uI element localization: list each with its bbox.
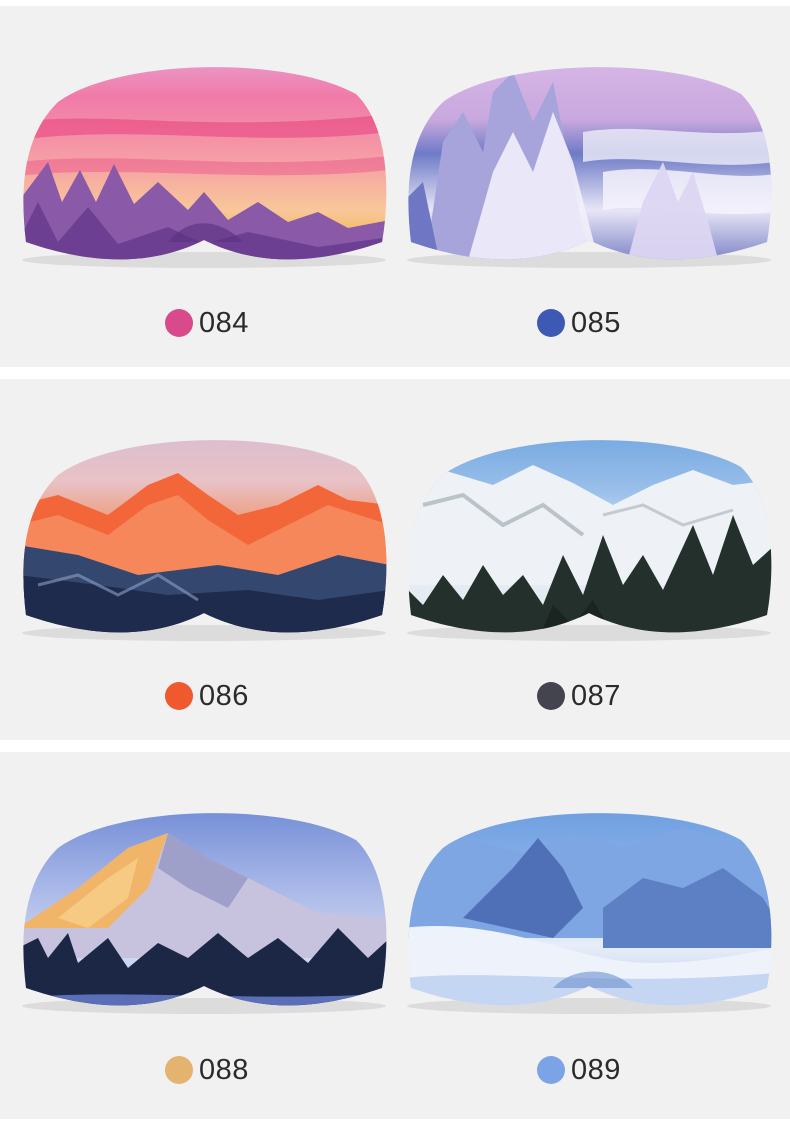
variant-code-089: 089 xyxy=(571,1053,621,1086)
color-swatch-087 xyxy=(537,682,565,710)
variant-label-086: 086 xyxy=(165,679,249,713)
variant-code-085: 085 xyxy=(571,306,621,339)
variant-code-087: 087 xyxy=(571,679,621,712)
goggle-cover-088[interactable] xyxy=(18,798,390,1024)
variant-label-087: 087 xyxy=(537,679,621,713)
goggle-cover-085[interactable] xyxy=(403,52,775,278)
variant-label-085: 085 xyxy=(537,306,621,340)
color-swatch-089 xyxy=(537,1056,565,1084)
goggle-cover-086[interactable] xyxy=(18,425,390,651)
goggle-cover-089-image xyxy=(407,813,772,1014)
variant-label-088: 088 xyxy=(165,1053,249,1087)
color-swatch-085 xyxy=(537,309,565,337)
variant-label-084: 084 xyxy=(165,306,249,340)
variant-code-088: 088 xyxy=(199,1053,249,1086)
goggle-cover-087-image xyxy=(407,440,772,641)
goggle-cover-086-image xyxy=(22,440,387,641)
goggle-cover-087[interactable] xyxy=(403,425,775,651)
goggle-cover-084-image xyxy=(22,67,387,268)
color-swatch-086 xyxy=(165,682,193,710)
color-swatch-084 xyxy=(165,309,193,337)
goggle-cover-088-image xyxy=(22,813,387,1014)
color-swatch-088 xyxy=(165,1056,193,1084)
goggle-cover-085-image xyxy=(407,67,772,268)
goggle-cover-089[interactable] xyxy=(403,798,775,1024)
goggle-cover-084[interactable] xyxy=(18,52,390,278)
variant-label-089: 089 xyxy=(537,1053,621,1087)
variant-code-084: 084 xyxy=(199,306,249,339)
variant-code-086: 086 xyxy=(199,679,249,712)
